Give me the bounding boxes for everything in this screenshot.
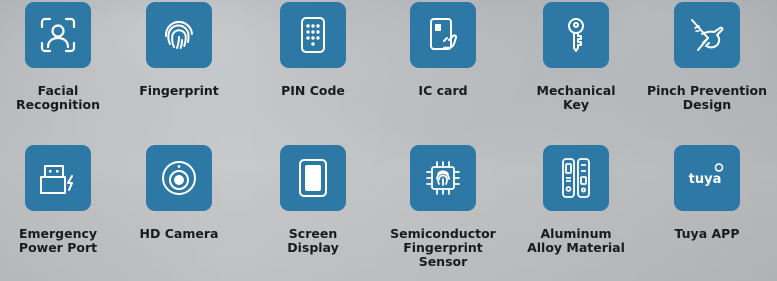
tile bbox=[280, 145, 346, 211]
camera-icon bbox=[162, 161, 196, 195]
feature-semiconductor-sensor: Semiconductor Fingerprint Sensor bbox=[378, 145, 508, 269]
feature-hd-camera: HD Camera bbox=[114, 145, 244, 241]
tile bbox=[280, 2, 346, 68]
feature-aluminum-alloy: Aluminum Alloy Material bbox=[511, 145, 641, 255]
feature-label: Screen Display bbox=[287, 226, 339, 255]
key-icon bbox=[568, 18, 584, 52]
tile bbox=[25, 2, 91, 68]
feature-tuya-app: tuya Tuya APP bbox=[642, 145, 772, 241]
lock-body-icon bbox=[562, 158, 590, 198]
feature-label: HD Camera bbox=[139, 226, 219, 241]
feature-ic-card: IC card bbox=[378, 2, 508, 98]
feature-pin-code: PIN Code bbox=[248, 2, 378, 98]
feature-pinch-prevention: Pinch Prevention Design bbox=[642, 2, 772, 112]
feature-label: Emergency Power Port bbox=[18, 226, 98, 255]
tile bbox=[146, 145, 212, 211]
keypad-icon bbox=[301, 17, 325, 53]
tuya-logo-icon: tuya bbox=[689, 163, 724, 187]
tuya-logo-text: tuya bbox=[689, 172, 722, 187]
tile: tuya bbox=[674, 145, 740, 211]
tile bbox=[410, 145, 476, 211]
pinch-hand-icon bbox=[691, 19, 724, 51]
feature-emergency-power-port: Emergency Power Port bbox=[0, 145, 123, 255]
tile bbox=[543, 145, 609, 211]
tile bbox=[543, 2, 609, 68]
feature-label: PIN Code bbox=[281, 83, 345, 98]
screen-icon bbox=[299, 159, 327, 197]
feature-screen-display: Screen Display bbox=[248, 145, 378, 255]
feature-label: Semiconductor Fingerprint Sensor bbox=[390, 226, 496, 269]
face-scan-icon bbox=[40, 17, 76, 53]
feature-label: Facial Recognition bbox=[16, 83, 100, 112]
ic-card-icon bbox=[430, 18, 458, 50]
feature-facial-recognition: Facial Recognition bbox=[0, 2, 123, 112]
tile bbox=[674, 2, 740, 68]
feature-label: Pinch Prevention Design bbox=[646, 83, 768, 112]
usb-power-icon bbox=[40, 165, 73, 194]
feature-label: Mechanical Key bbox=[536, 83, 616, 112]
feature-label: Tuya APP bbox=[674, 226, 740, 241]
feature-label: Fingerprint bbox=[139, 83, 219, 98]
tile bbox=[146, 2, 212, 68]
feature-label: Aluminum Alloy Material bbox=[527, 226, 625, 255]
tile bbox=[410, 2, 476, 68]
feature-fingerprint: Fingerprint bbox=[114, 2, 244, 98]
feature-label: IC card bbox=[418, 83, 468, 98]
chip-icon bbox=[426, 161, 460, 195]
fingerprint-icon bbox=[164, 21, 193, 49]
tile bbox=[25, 145, 91, 211]
feature-mechanical-key: Mechanical Key bbox=[511, 2, 641, 112]
